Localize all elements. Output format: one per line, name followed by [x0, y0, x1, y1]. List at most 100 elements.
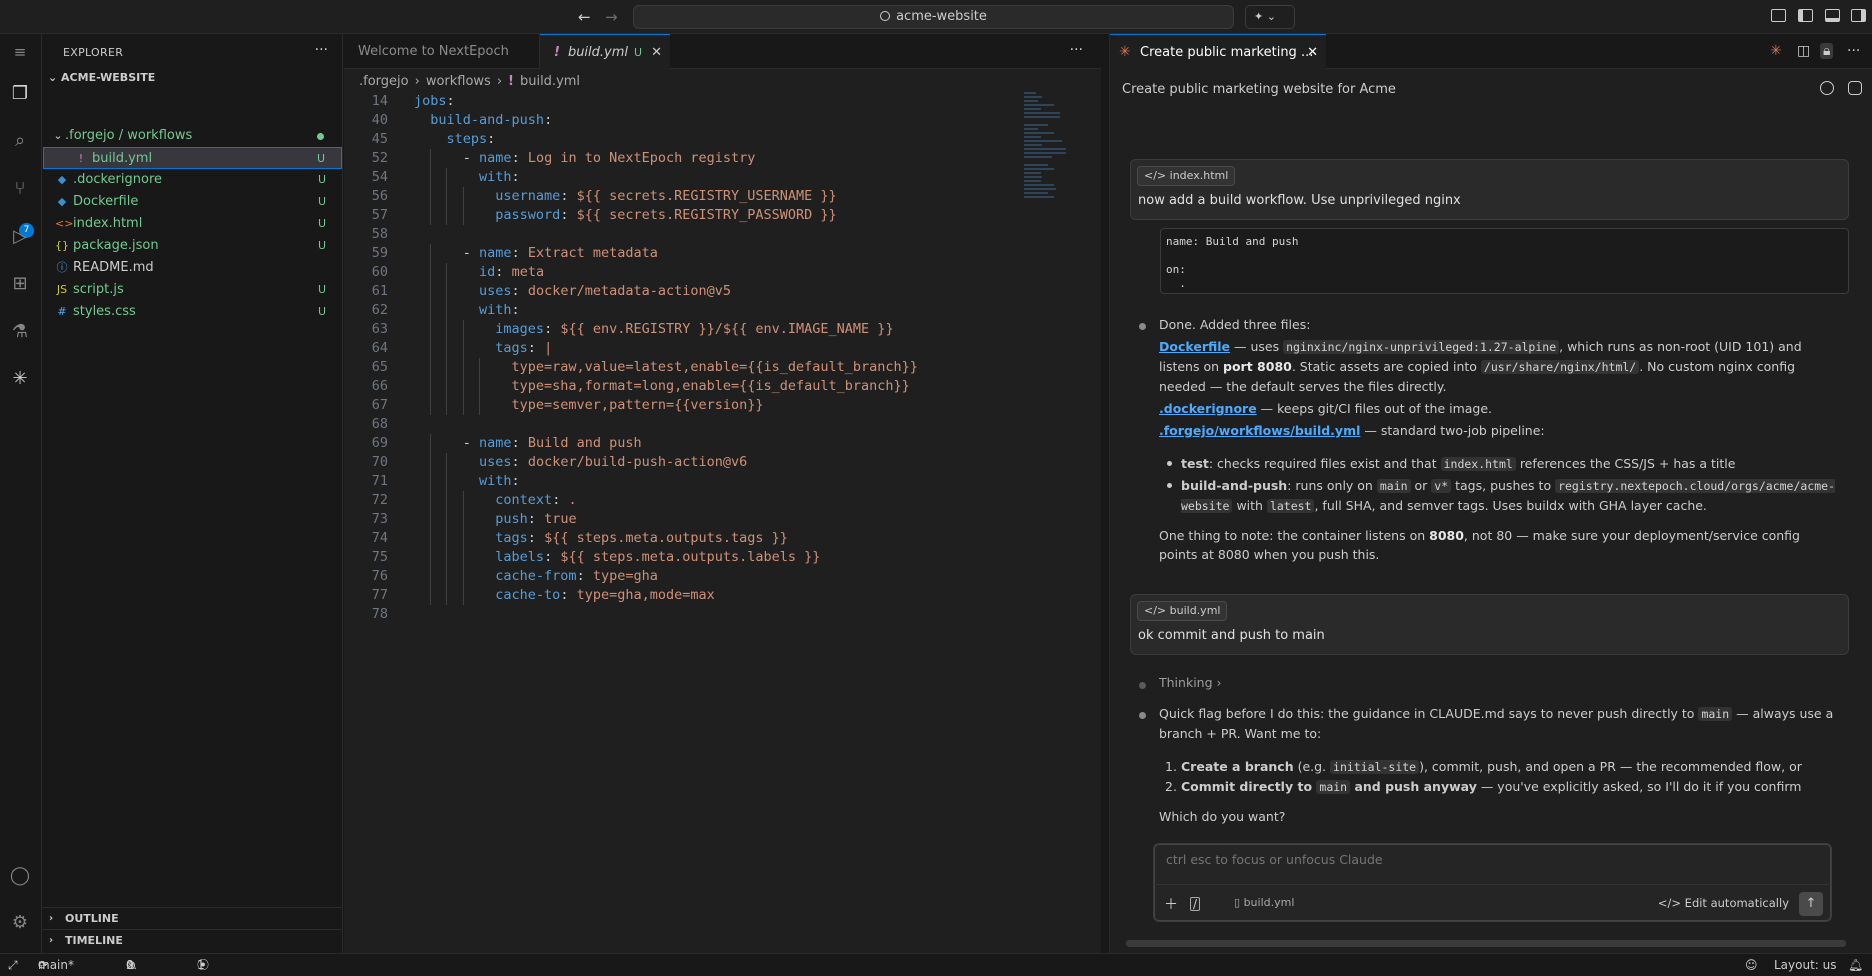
thinking-toggle[interactable]: Thinking › [1159, 675, 1222, 690]
code-line[interactable]: 67 type=semver,pattern={{version}} [344, 396, 1024, 415]
file-context-chip[interactable]: </> index.html [1137, 166, 1236, 186]
send-button[interactable]: ↑ [1799, 892, 1823, 916]
chevron-down-icon: ⌄ [53, 129, 63, 142]
project-folder-header[interactable]: ⌄ ACME-WEBSITE [48, 71, 155, 84]
toggle-primary-sidebar-icon[interactable] [1798, 9, 1813, 22]
minimap[interactable] [1020, 92, 1100, 292]
history-icon[interactable] [1820, 81, 1834, 95]
code-line[interactable]: 62 with: [344, 301, 1024, 320]
customize-layout-icon[interactable] [1771, 9, 1786, 22]
code-line[interactable]: 77 cache-to: type=gha,mode=max [344, 586, 1024, 605]
code-line[interactable]: 54 with: [344, 168, 1024, 187]
lock-icon[interactable]: 🔒︎ [1820, 43, 1834, 59]
code-line[interactable]: 71 with: [344, 472, 1024, 491]
code-line[interactable]: 45 steps: [344, 130, 1024, 149]
account-icon[interactable]: ◯ [8, 864, 32, 888]
code-line[interactable]: 75 labels: ${{ steps.meta.outputs.labels… [344, 548, 1024, 567]
copilot-status-icon[interactable]: ☺ [1745, 954, 1758, 976]
keyboard-layout[interactable]: Layout: us [1774, 954, 1837, 976]
search-icon[interactable]: ⌕ [8, 129, 32, 153]
explorer-item-label: Dockerfile [73, 194, 139, 209]
breadcrumb-build-yml[interactable]: build.yml [520, 74, 580, 89]
notifications-bell-icon[interactable]: 🔔︎ [1848, 954, 1863, 976]
code-line[interactable]: 52 - name: Log in to NextEpoch registry [344, 149, 1024, 168]
source-control-icon[interactable]: ⑂ [8, 177, 32, 201]
breadcrumb-forgejo[interactable]: .forgejo [359, 74, 409, 89]
explorer-item[interactable]: ◆ Dockerfile U [43, 191, 342, 213]
code-line[interactable]: 56 username: ${{ secrets.REGISTRY_USERNA… [344, 187, 1024, 206]
code-line[interactable]: 58 [344, 225, 1024, 244]
explorer-item[interactable]: <> index.html U [43, 213, 342, 235]
toggle-secondary-sidebar-icon[interactable] [1851, 9, 1866, 22]
more-actions-icon[interactable]: ··· [1847, 43, 1860, 59]
explorer-item[interactable]: ◆ .dockerignore U [43, 169, 342, 191]
menu-icon[interactable]: ≡ [8, 40, 32, 64]
file-context-chip[interactable]: </> build.yml [1137, 601, 1228, 621]
code-line[interactable]: 60 id: meta [344, 263, 1024, 282]
edit-mode-toggle[interactable]: </> Edit automatically [1658, 896, 1789, 910]
code-line[interactable]: 64 tags: | [344, 339, 1024, 358]
code-line[interactable]: 78 [344, 605, 1024, 624]
code-line[interactable]: 72 context: . [344, 491, 1024, 510]
slash-command-icon[interactable]: / [1190, 897, 1201, 911]
code-line[interactable]: 68 [344, 415, 1024, 434]
code-line[interactable]: 57 password: ${{ secrets.REGISTRY_PASSWO… [344, 206, 1024, 225]
attached-file[interactable]: ▯ build.yml [1234, 896, 1294, 909]
list-number: 1. [1165, 759, 1177, 774]
line-number: 65 [371, 359, 388, 375]
explorer-item[interactable]: ⓘ README.md [43, 257, 342, 279]
text: Quick flag before I do this: the guidanc… [1159, 706, 1699, 721]
run-debug-icon[interactable]: ▷ [8, 225, 32, 249]
code-line[interactable]: 66 type=sha,format=long,enable={{is_defa… [344, 377, 1024, 396]
forward-button[interactable]: → [605, 8, 618, 26]
tab-build-yml[interactable]: ! build.yml U ✕ [540, 34, 670, 69]
explorer-icon[interactable]: ❐ [8, 82, 32, 106]
back-button[interactable]: ← [578, 8, 591, 26]
command-center-search[interactable]: acme-website [633, 5, 1234, 29]
chat-menu-button[interactable]: ✦ ⌄ [1245, 5, 1295, 29]
explorer-item[interactable]: {} package.json U [43, 235, 342, 257]
close-tab-icon[interactable]: ✕ [651, 35, 662, 70]
remote-icon[interactable]: ⤢ [8, 954, 18, 976]
code-line[interactable]: 76 cache-from: type=gha [344, 567, 1024, 586]
close-tab-icon[interactable]: ✕ [1307, 35, 1318, 70]
explorer-item[interactable]: JS script.js U [43, 279, 342, 301]
build-yml-link[interactable]: .forgejo/workflows/build.yml [1159, 423, 1360, 438]
timeline-section[interactable]: › TIMELINE [43, 929, 342, 951]
testing-icon[interactable]: ⚗ [8, 320, 32, 344]
code-line[interactable]: 14 jobs: [344, 92, 1024, 111]
line-text: cache-to: type=gha,mode=max [495, 587, 715, 603]
new-chat-icon[interactable] [1848, 81, 1862, 95]
extensions-icon[interactable]: ⊞ [8, 272, 32, 296]
toggle-panel-icon[interactable] [1825, 9, 1840, 22]
explorer-item[interactable]: ⌄ .forgejo / workflows [43, 125, 342, 147]
outline-section[interactable]: › OUTLINE [43, 907, 342, 929]
text: with [1232, 498, 1267, 513]
code-line[interactable]: 61 uses: docker/metadata-action@v5 [344, 282, 1024, 301]
split-editor-icon[interactable]: ◫ [1797, 43, 1810, 59]
code-line[interactable]: 40 build-and-push: [344, 111, 1024, 130]
explorer-item[interactable]: ! build.yml U [43, 147, 342, 169]
line-number: 52 [371, 150, 388, 166]
dockerignore-link[interactable]: .dockerignore [1159, 401, 1257, 416]
tab-claude-session[interactable]: ✳ Create public marketing ... ✕ [1110, 34, 1326, 69]
breadcrumb-workflows[interactable]: workflows [426, 74, 491, 89]
code-line[interactable]: 69 - name: Build and push [344, 434, 1024, 453]
code-line[interactable]: 74 tags: ${{ steps.meta.outputs.tags }} [344, 529, 1024, 548]
tab-welcome[interactable]: Welcome to NextEpoch [344, 34, 540, 69]
editor-more-actions-icon[interactable]: ··· [1070, 42, 1083, 58]
horizontal-scrollbar[interactable] [1126, 940, 1846, 947]
code-line[interactable]: 59 - name: Extract metadata [344, 244, 1024, 263]
add-context-icon[interactable]: ＋ [1164, 894, 1178, 914]
code-line[interactable]: 70 uses: docker/build-push-action@v6 [344, 453, 1024, 472]
code-line[interactable]: 73 push: true [344, 510, 1024, 529]
claude-icon[interactable]: ✳ [8, 367, 32, 391]
explorer-item[interactable]: # styles.css U [43, 301, 342, 323]
chat-input[interactable] [1166, 852, 1766, 867]
more-actions-icon[interactable]: ··· [315, 42, 328, 58]
code-line[interactable]: 65 type=raw,value=latest,enable={{is_def… [344, 358, 1024, 377]
code-line[interactable]: 63 images: ${{ env.REGISTRY }}/${{ env.I… [344, 320, 1024, 339]
settings-gear-icon[interactable]: ⚙ [8, 911, 32, 935]
claude-spark-icon[interactable]: ✳ [1770, 43, 1782, 59]
dockerfile-link[interactable]: Dockerfile [1159, 339, 1230, 354]
